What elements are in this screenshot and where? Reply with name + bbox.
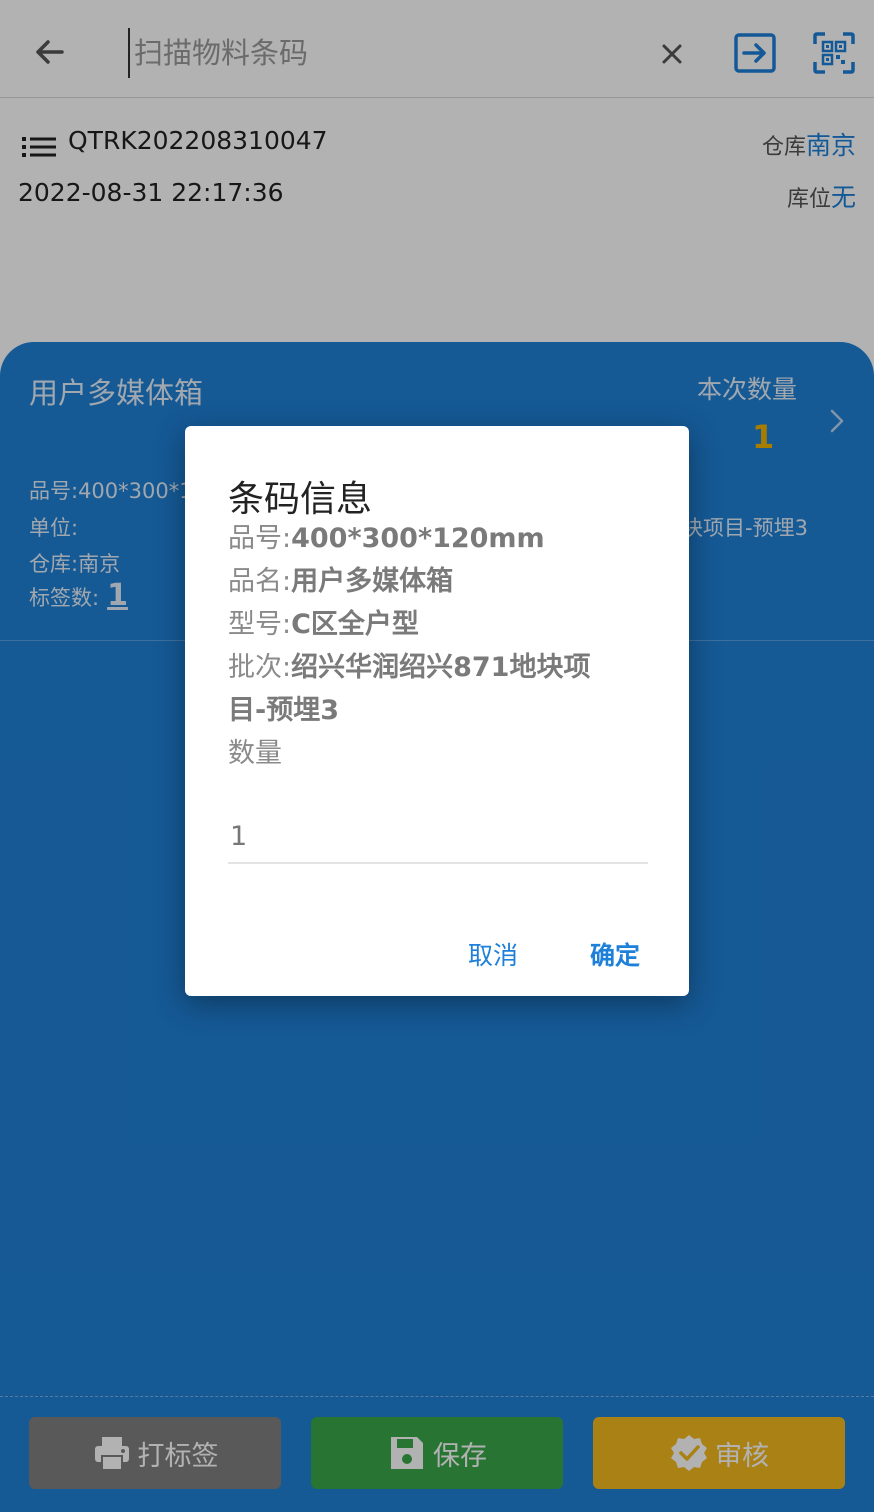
confirm-button[interactable]: 确定 [590, 936, 640, 972]
batch-label: 批次: [228, 652, 292, 683]
cancel-button[interactable]: 取消 [468, 936, 518, 972]
dialog-title: 条码信息 [228, 479, 373, 520]
item-name-label: 品名: [228, 566, 292, 597]
model-value: C区全户型 [291, 609, 419, 640]
barcode-info-dialog: 条码信息 品号:400*300*120mm 品名:用户多媒体箱 型号:C区全户型… [185, 426, 689, 996]
item-name-value: 用户多媒体箱 [291, 566, 454, 597]
dialog-batch: 批次:绍兴华润绍兴871地块项目-预埋3 [228, 646, 618, 732]
quantity-input[interactable] [228, 810, 648, 864]
dialog-qty-label: 数量 [228, 738, 282, 769]
part-number-label: 品号: [228, 523, 292, 554]
model-label: 型号: [228, 609, 292, 640]
part-number-value: 400*300*120mm [291, 523, 545, 554]
dialog-item-name: 品名:用户多媒体箱 [228, 560, 618, 603]
dialog-model: 型号:C区全户型 [228, 603, 618, 646]
dialog-part-number: 品号:400*300*120mm [228, 517, 618, 560]
